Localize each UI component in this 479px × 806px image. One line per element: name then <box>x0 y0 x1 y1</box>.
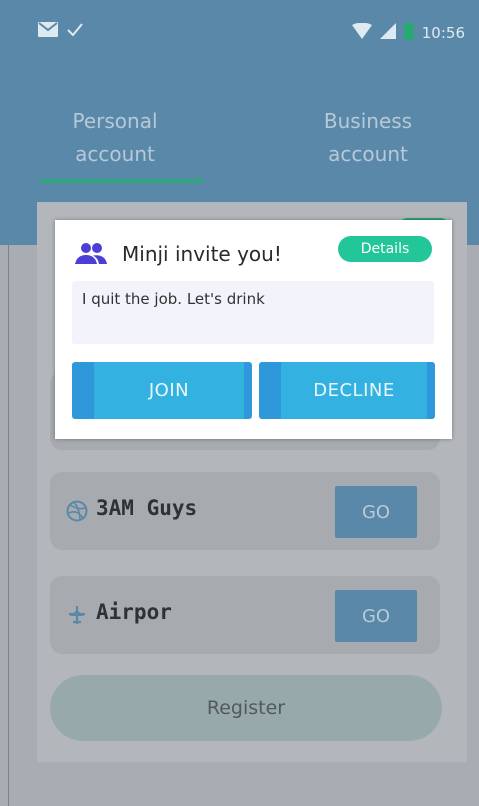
tab-business-label-line1: Business <box>323 109 413 133</box>
wifi-icon <box>351 22 372 43</box>
tab-personal-account[interactable]: Personal account <box>35 105 195 171</box>
room-item-3am-guys: 3AM Guys GO <box>50 472 440 550</box>
tab-personal-label-line1: Personal <box>72 109 158 133</box>
details-button[interactable]: Details <box>338 236 432 262</box>
people-icon <box>75 242 107 266</box>
status-right: 10:56 <box>351 22 465 44</box>
battery-icon <box>403 22 414 44</box>
dialog-title: Minji invite you! <box>122 242 282 266</box>
invite-dialog: Minji invite you! Details I quit the job… <box>55 220 452 439</box>
status-bar: 10:56 <box>0 0 479 64</box>
clock-time: 10:56 <box>421 24 465 42</box>
invite-message-box: I quit the job. Let's drink <box>72 281 434 344</box>
tab-personal-label-line2: account <box>75 142 155 166</box>
status-left <box>38 22 84 41</box>
go-button[interactable]: GO <box>335 486 417 538</box>
mail-icon <box>38 22 58 41</box>
room-name: Airpor <box>96 600 172 624</box>
dribbble-icon <box>66 500 88 522</box>
tab-business-account[interactable]: Business account <box>288 105 448 171</box>
invite-message-text: I quit the job. Let's drink <box>82 290 265 308</box>
decline-button[interactable]: DECLINE <box>259 362 435 419</box>
signal-icon <box>379 23 396 43</box>
go-button[interactable]: GO <box>335 590 417 642</box>
join-button[interactable]: JOIN <box>72 362 252 419</box>
room-item-airpor: Airpor GO <box>50 576 440 654</box>
room-name: 3AM Guys <box>96 496 198 520</box>
airplane-icon <box>66 604 88 626</box>
active-tab-indicator <box>40 179 204 183</box>
register-button[interactable]: Register <box>50 675 442 741</box>
tab-business-label-line2: account <box>328 142 408 166</box>
app-screen: 10:56 Personal account Business account … <box>0 0 479 806</box>
check-icon <box>66 22 84 41</box>
